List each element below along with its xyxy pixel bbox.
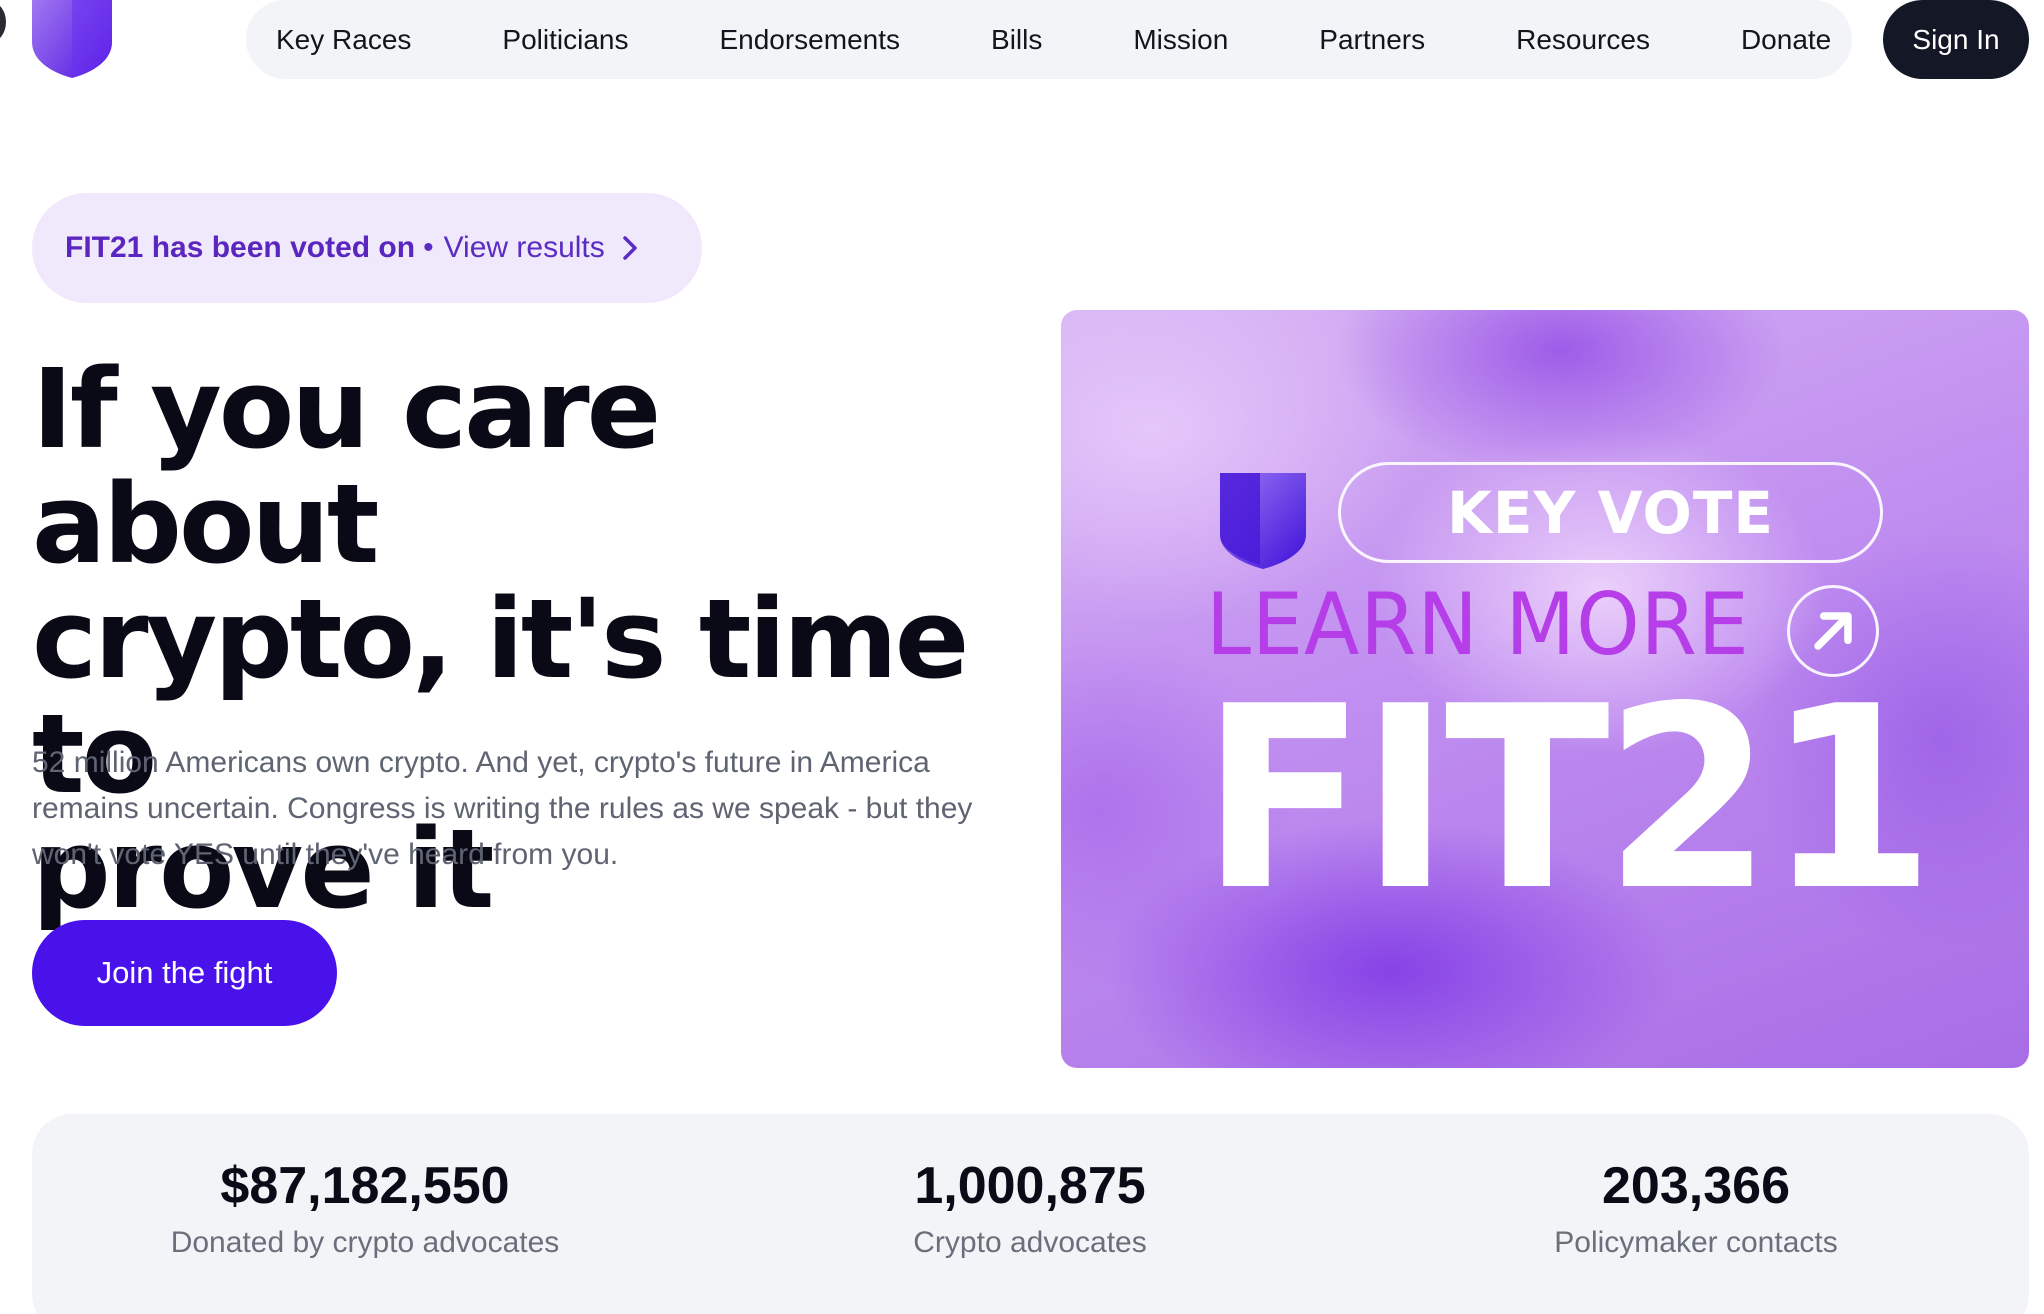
nav-item-partners[interactable]: Partners: [1319, 24, 1425, 56]
nav-item-endorsements[interactable]: Endorsements: [719, 24, 900, 56]
stat-label: Donated by crypto advocates: [170, 1226, 560, 1259]
nav-item-key-races[interactable]: Key Races: [276, 24, 411, 56]
hero-subtext: 52 million Americans own crypto. And yet…: [32, 746, 973, 871]
chevron-right-icon: [623, 236, 637, 260]
announcement-separator: •: [423, 231, 434, 264]
main-navigation: Key Races Politicians Endorsements Bills…: [246, 0, 1852, 79]
stat-donated: $87,182,550 Donated by crypto advocates: [15, 1154, 715, 1260]
stat-advocates: 1,000,875 Crypto advocates: [680, 1154, 1380, 1260]
shield-logo-icon[interactable]: [32, 0, 112, 78]
shield-icon: [1220, 473, 1306, 569]
nav-item-politicians[interactable]: Politicians: [502, 24, 628, 56]
announcement-pill[interactable]: FIT21 has been voted on • View results: [32, 193, 702, 303]
stat-label: Policymaker contacts: [1554, 1226, 1838, 1259]
sign-in-button[interactable]: Sign In: [1883, 0, 2029, 79]
partial-circle-edge: [0, 2, 6, 42]
nav-item-donate[interactable]: Donate: [1741, 24, 1831, 56]
announcement-title: FIT21 has been voted on: [65, 231, 416, 264]
nav-item-mission[interactable]: Mission: [1133, 24, 1228, 56]
stat-policymaker-contacts: 203,366 Policymaker contacts: [1346, 1154, 2044, 1260]
stat-value: 203,366: [1602, 1157, 1790, 1215]
hero-headline-line: If you care about: [32, 345, 661, 588]
stat-value: $87,182,550: [220, 1157, 510, 1215]
fit21-title: FIT21: [1201, 653, 1935, 946]
stat-value: 1,000,875: [914, 1157, 1146, 1215]
view-results-link[interactable]: View results: [444, 231, 605, 265]
stats-panel: $87,182,550 Donated by crypto advocates …: [32, 1114, 2029, 1314]
key-vote-badge: KEY VOTE: [1338, 462, 1883, 563]
nav-item-resources[interactable]: Resources: [1516, 24, 1650, 56]
fit21-key-vote-banner[interactable]: KEY VOTE LEARN MORE FIT21: [1061, 310, 2029, 1068]
stat-label: Crypto advocates: [913, 1226, 1147, 1259]
join-the-fight-button[interactable]: Join the fight: [32, 920, 337, 1026]
nav-item-bills[interactable]: Bills: [991, 24, 1042, 56]
